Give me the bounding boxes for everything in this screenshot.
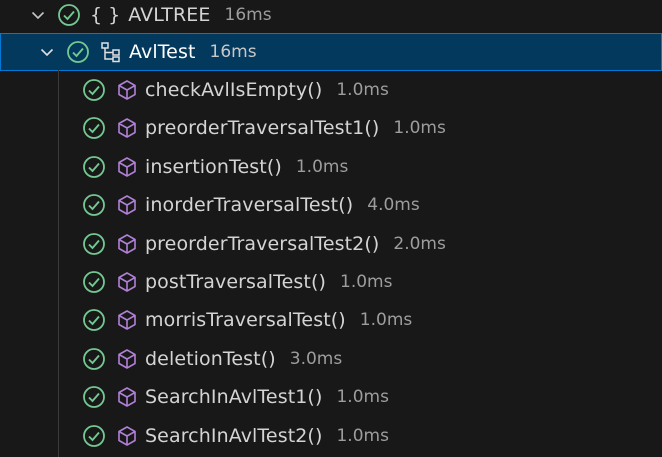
passed-check-icon xyxy=(81,307,107,333)
passed-check-icon xyxy=(81,423,107,449)
test-method-row[interactable]: deletionTest() 3.0ms xyxy=(0,340,662,378)
test-method-duration: 1.0ms xyxy=(295,156,349,177)
test-method-row[interactable]: postTraversalTest() 1.0ms xyxy=(0,263,662,301)
suite-duration: 16ms xyxy=(224,5,272,25)
passed-check-icon xyxy=(81,115,107,141)
test-method-row[interactable]: morrisTraversalTest() 1.0ms xyxy=(0,301,662,339)
test-method-duration: 2.0ms xyxy=(393,233,446,254)
test-method-label: SearchInAvlTest1() xyxy=(145,386,323,409)
test-method-duration: 3.0ms xyxy=(289,348,343,369)
chevron-down-icon[interactable] xyxy=(37,42,57,62)
passed-check-icon xyxy=(65,39,91,65)
braces-icon: { } xyxy=(90,4,121,26)
test-method-duration: 1.0ms xyxy=(336,387,389,408)
test-method-row[interactable]: inorderTraversalTest() 4.0ms xyxy=(0,186,662,224)
test-method-duration: 4.0ms xyxy=(367,195,420,216)
passed-check-icon xyxy=(56,2,82,28)
method-cube-icon xyxy=(115,347,139,371)
passed-check-icon xyxy=(81,192,107,218)
method-cube-icon xyxy=(115,116,139,140)
method-cube-icon xyxy=(115,270,139,294)
test-method-label: morrisTraversalTest() xyxy=(145,309,346,332)
test-method-label: checkAvlIsEmpty() xyxy=(145,79,323,101)
suite-row[interactable]: { } AVLTREE 16ms xyxy=(0,0,662,34)
test-method-row[interactable]: SearchInAvlTest2() 1.0ms xyxy=(0,417,662,455)
method-cube-icon xyxy=(115,155,139,179)
test-class-row[interactable]: AvlTest 16ms xyxy=(0,33,662,71)
test-method-row[interactable]: checkAvlIsEmpty() 1.0ms xyxy=(0,71,662,109)
method-cube-icon xyxy=(115,78,139,102)
test-method-label: preorderTraversalTest1() xyxy=(145,117,380,140)
test-method-label: insertionTest() xyxy=(145,155,282,178)
test-method-label: deletionTest() xyxy=(145,347,276,370)
test-method-label: preorderTraversalTest2() xyxy=(145,232,380,255)
passed-check-icon xyxy=(81,346,107,372)
test-method-duration: 1.0ms xyxy=(340,272,393,292)
method-cube-icon xyxy=(115,232,139,256)
suite-label: AVLTREE xyxy=(128,4,211,26)
test-method-duration: 1.0ms xyxy=(336,425,389,446)
method-cube-icon xyxy=(115,308,139,332)
chevron-down-icon[interactable] xyxy=(28,5,48,25)
test-method-row[interactable]: insertionTest() 1.0ms xyxy=(0,148,662,186)
test-class-label: AvlTest xyxy=(129,41,196,63)
test-method-duration: 1.0ms xyxy=(393,118,446,139)
method-cube-icon xyxy=(115,193,139,217)
test-method-duration: 1.0ms xyxy=(336,80,389,100)
method-cube-icon xyxy=(115,385,139,409)
test-method-label: postTraversalTest() xyxy=(145,271,327,293)
test-method-label: SearchInAvlTest2() xyxy=(145,424,323,447)
test-class-icon xyxy=(99,40,123,64)
test-method-label: inorderTraversalTest() xyxy=(145,194,354,217)
test-method-row[interactable]: preorderTraversalTest1() 1.0ms xyxy=(0,109,662,147)
test-method-row[interactable]: SearchInAvlTest1() 1.0ms xyxy=(0,378,662,416)
test-class-duration: 16ms xyxy=(209,42,257,62)
test-method-row[interactable]: preorderTraversalTest2() 2.0ms xyxy=(0,225,662,263)
passed-check-icon xyxy=(81,231,107,257)
passed-check-icon xyxy=(81,384,107,410)
passed-check-icon xyxy=(81,154,107,180)
passed-check-icon xyxy=(81,269,107,295)
passed-check-icon xyxy=(81,77,107,103)
method-cube-icon xyxy=(115,424,139,448)
test-method-duration: 1.0ms xyxy=(359,310,413,331)
